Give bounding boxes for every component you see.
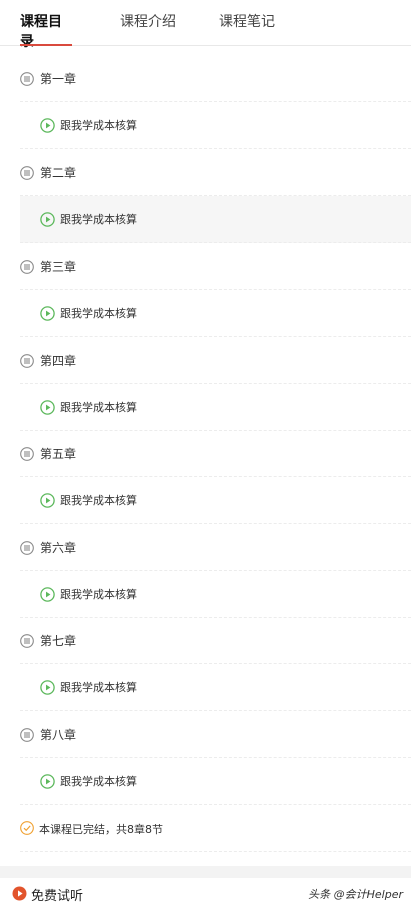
chapter-header: 第三章 bbox=[20, 244, 411, 290]
chapter-header: 第五章 bbox=[20, 431, 411, 477]
lesson-title: 跟我学成本核算 bbox=[60, 681, 137, 694]
tab-course-catalog[interactable]: 课程目录 bbox=[20, 11, 72, 50]
lesson-item[interactable]: 跟我学成本核算 bbox=[20, 384, 411, 431]
tab-course-notes[interactable]: 课程笔记 bbox=[219, 11, 275, 45]
lesson-title: 跟我学成本核算 bbox=[60, 213, 137, 226]
chapter-header: 第二章 bbox=[20, 150, 411, 196]
play-circle-icon bbox=[40, 680, 55, 695]
lesson-title: 跟我学成本核算 bbox=[60, 307, 137, 320]
list-icon bbox=[20, 634, 34, 648]
list-icon bbox=[20, 166, 34, 180]
chapter-header: 第六章 bbox=[20, 525, 411, 571]
lesson-item[interactable]: 跟我学成本核算 bbox=[20, 290, 411, 337]
list-icon bbox=[20, 447, 34, 461]
lesson-item[interactable]: 跟我学成本核算 bbox=[20, 196, 411, 243]
lesson-title: 跟我学成本核算 bbox=[60, 119, 137, 132]
chapter-title: 第八章 bbox=[40, 728, 77, 742]
chapter-title: 第一章 bbox=[40, 72, 77, 86]
play-circle-icon bbox=[40, 306, 55, 321]
bottom-bar: 免费试听 头条 @会计Helper bbox=[0, 878, 411, 908]
lesson-item[interactable]: 跟我学成本核算 bbox=[20, 571, 411, 618]
chapter-title: 第三章 bbox=[40, 260, 77, 274]
lesson-item[interactable]: 跟我学成本核算 bbox=[20, 758, 411, 805]
lesson-title: 跟我学成本核算 bbox=[60, 494, 137, 507]
section-divider bbox=[0, 866, 411, 878]
chapter-header: 第四章 bbox=[20, 338, 411, 384]
play-circle-icon bbox=[40, 212, 55, 227]
free-trial-label: 免费试听 bbox=[31, 889, 84, 904]
play-circle-icon bbox=[40, 400, 55, 415]
chapter-title: 第七章 bbox=[40, 634, 77, 648]
list-icon bbox=[20, 354, 34, 368]
play-circle-icon bbox=[40, 587, 55, 602]
play-circle-icon bbox=[40, 493, 55, 508]
summary-text: 本课程已完结，共8章8节 bbox=[39, 823, 163, 836]
lesson-item[interactable]: 跟我学成本核算 bbox=[20, 664, 411, 711]
lesson-title: 跟我学成本核算 bbox=[60, 775, 137, 788]
chapter-header: 第一章 bbox=[20, 56, 411, 102]
chapter-header: 第七章 bbox=[20, 618, 411, 664]
list-icon bbox=[20, 72, 34, 86]
chapter-title: 第四章 bbox=[40, 354, 77, 368]
list-icon bbox=[20, 728, 34, 742]
lesson-item[interactable]: 跟我学成本核算 bbox=[20, 477, 411, 524]
chapter-title: 第二章 bbox=[40, 166, 77, 180]
list-icon bbox=[20, 541, 34, 555]
lesson-item[interactable]: 跟我学成本核算 bbox=[20, 102, 411, 149]
play-circle-icon bbox=[40, 774, 55, 789]
tab-course-intro[interactable]: 课程介绍 bbox=[120, 11, 176, 45]
chapter-title: 第六章 bbox=[40, 541, 77, 555]
course-summary: 本课程已完结，共8章8节 bbox=[20, 808, 411, 852]
tab-bar: 课程目录 课程介绍 课程笔记 bbox=[0, 0, 411, 50]
chapter-header: 第八章 bbox=[20, 712, 411, 758]
play-circle-filled-icon bbox=[12, 886, 27, 901]
lesson-title: 跟我学成本核算 bbox=[60, 588, 137, 601]
play-circle-icon bbox=[40, 118, 55, 133]
list-icon bbox=[20, 260, 34, 274]
chapter-title: 第五章 bbox=[40, 447, 77, 461]
watermark: 头条 @会计Helper bbox=[308, 888, 403, 901]
check-circle-icon bbox=[20, 821, 34, 835]
lesson-title: 跟我学成本核算 bbox=[60, 401, 137, 414]
